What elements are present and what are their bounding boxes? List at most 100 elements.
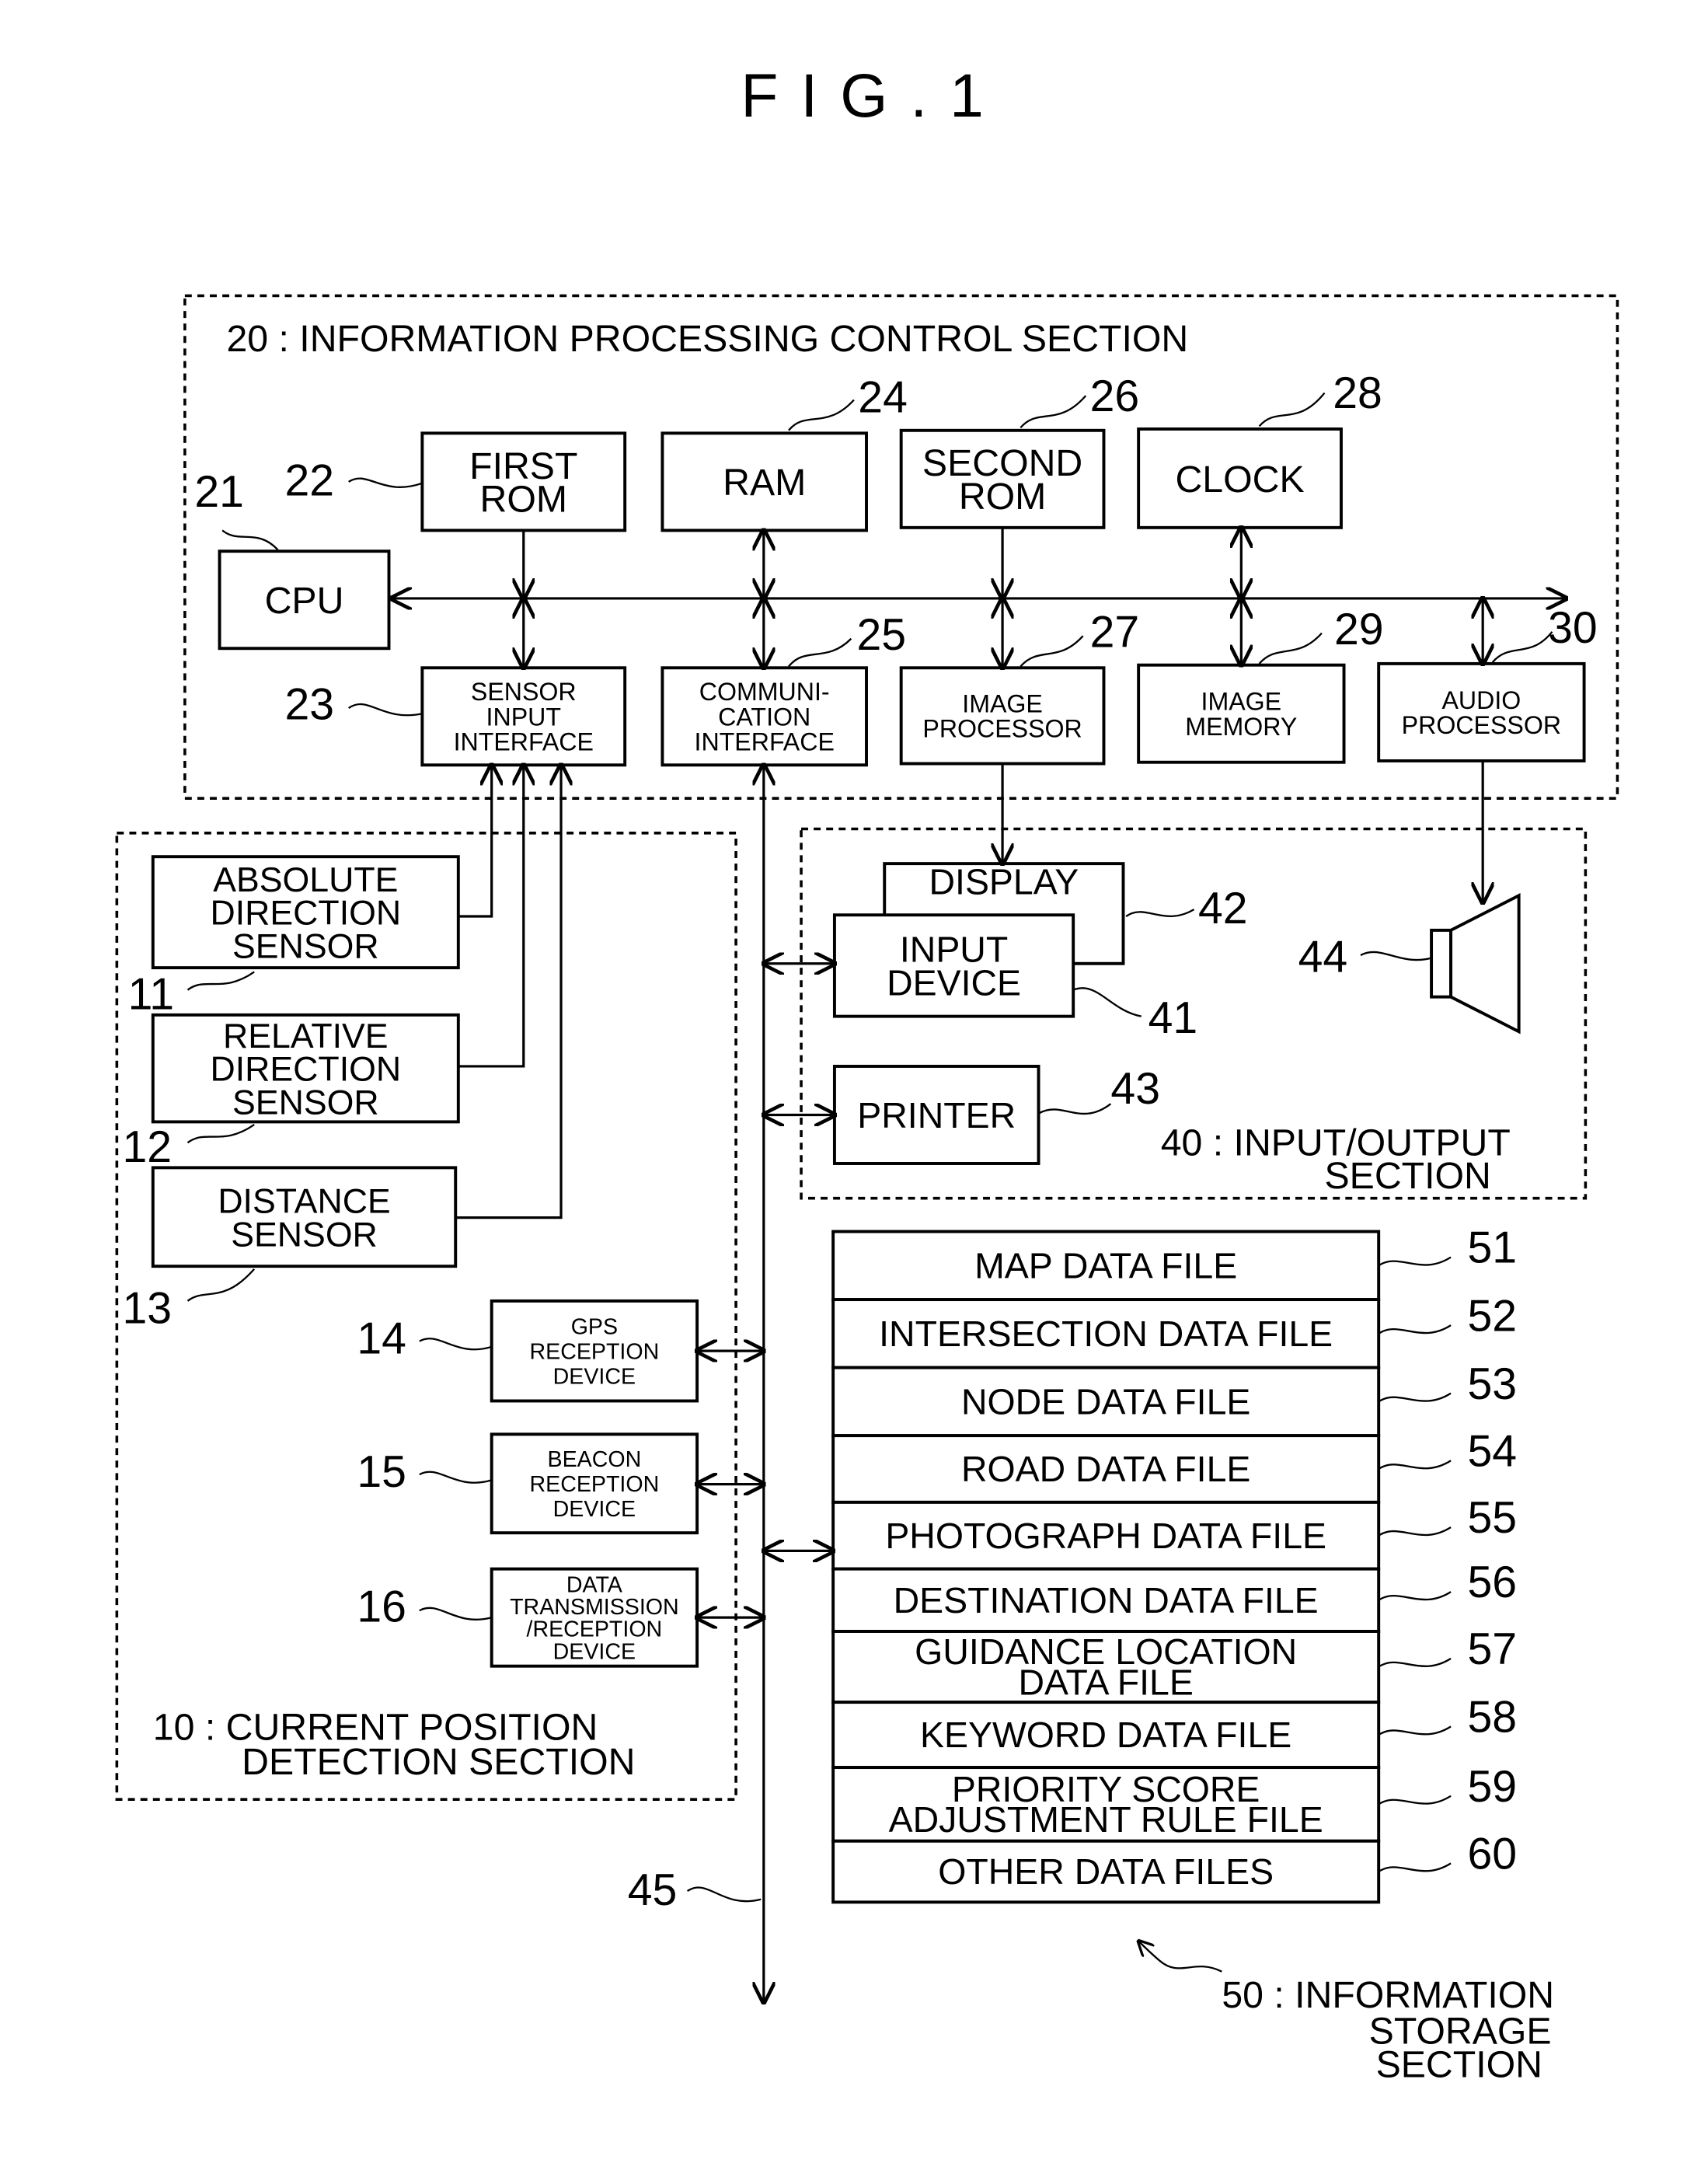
data-file-label: KEYWORD DATA FILE [920,1715,1291,1755]
rel-sensor-label-line2: DIRECTION [211,1051,402,1089]
gps-block: GPSRECEPTIONDEVICE 14 [357,1299,699,1403]
ref-13-leader [186,1268,256,1302]
dist-sensor-label-line1: DISTANCE [218,1182,390,1220]
ref-52-leader [1378,1324,1452,1334]
sensor-if-label-line3: INTERFACE [454,728,594,756]
image-proc-block: IMAGEPROCESSOR 27 [899,607,1139,766]
speaker-icon [1430,893,1521,1034]
ref-12-leader [186,1124,255,1144]
data-file-row: PHOTOGRAPH DATA FILE 55 [831,1493,1517,1571]
ref-30: 30 [1548,603,1598,653]
ref-60: 60 [1468,1829,1518,1879]
ref-43: 43 [1110,1064,1160,1114]
ram-block: RAM 24 [661,373,908,532]
first-rom-label-line2: ROM [480,479,568,521]
ref-52: 52 [1468,1291,1518,1341]
image-proc-label-line1: IMAGE [962,689,1043,717]
ref-55-leader [1378,1526,1452,1537]
data-file-label: MAP DATA FILE [974,1245,1237,1286]
ref-44: 44 [1298,932,1348,982]
section-10-label-line2: DETECTION SECTION [242,1741,635,1783]
ref-14-leader [419,1338,493,1351]
ref-21-leader [221,529,279,551]
ref-59-leader [1378,1795,1452,1805]
section-20-label: 20 : INFORMATION PROCESSING CONTROL SECT… [226,318,1188,360]
ref-60-leader [1378,1862,1452,1873]
ref-26-leader [1020,395,1087,428]
ref-54-leader [1378,1460,1452,1470]
ref-11: 11 [128,970,174,1020]
gps-label-line2: RECEPTION [530,1339,660,1364]
ref-29: 29 [1334,605,1384,654]
audio-proc-label-line2: PROCESSOR [1402,711,1561,739]
section-50-label-line3: SECTION [1376,2043,1542,2085]
ref-28-leader [1258,392,1326,427]
gps-label-line1: GPS [571,1314,618,1339]
ref-24: 24 [858,373,908,423]
data-file-row: ROAD DATA FILE 54 [831,1426,1518,1504]
abs-sensor-label-line3: SENSOR [232,928,379,966]
data-file-label: ADJUSTMENT RULE FILE [889,1799,1323,1840]
ref-51: 51 [1468,1223,1518,1273]
data-file-label: OTHER DATA FILES [938,1851,1274,1892]
block-diagram: F I G . 1 20 : INFORMATION PROCESSING CO… [115,61,1619,2085]
image-mem-label-line1: IMAGE [1201,688,1282,716]
printer-label-line1: PRINTER [857,1095,1016,1136]
ref-25: 25 [857,610,907,660]
beacon-label-line3: DEVICE [553,1497,636,1522]
audio-proc-label-line1: AUDIO [1441,686,1521,714]
beacon-label-line1: BEACON [548,1447,642,1472]
ref-15-leader [419,1471,493,1484]
input-device-block: INPUTDEVICE41 [832,913,1198,1043]
ref-54: 54 [1468,1426,1518,1476]
ref-58: 58 [1468,1693,1518,1743]
ref-59: 59 [1468,1762,1518,1812]
image-mem-block: IMAGEMEMORY 29 [1137,605,1384,764]
ref-11-leader [186,971,255,991]
section-50-leader [1138,1941,1222,1973]
ref-56: 56 [1468,1558,1518,1607]
data-file-label: DATA FILE [1018,1662,1193,1702]
data-file-label: DESTINATION DATA FILE [894,1580,1319,1621]
gps-label-line3: DEVICE [553,1365,636,1390]
ref-14: 14 [357,1314,406,1364]
dist-sensor-block: DISTANCESENSOR 13 [123,1166,458,1333]
data-trx-label-line2: TRANSMISSION [510,1595,679,1620]
data-file-row: MAP DATA FILE 51 [831,1223,1518,1302]
ref-12: 12 [123,1122,173,1172]
ref-25-leader [788,637,852,668]
comm-if-label-line3: INTERFACE [695,728,835,756]
ref-51-leader [1378,1256,1452,1267]
rel-sensor-block: RELATIVEDIRECTIONSENSOR 12 [123,1013,460,1172]
abs-sensor-block: ABSOLUTEDIRECTIONSENSOR 11 [128,855,460,1020]
beacon-block: BEACONRECEPTIONDEVICE 15 [357,1432,699,1535]
data-file-row: DESTINATION DATA FILE 56 [831,1558,1518,1633]
data-file-label: PHOTOGRAPH DATA FILE [885,1516,1326,1556]
data-file-row: INTERSECTION DATA FILE 52 [831,1291,1518,1369]
ref-26: 26 [1090,372,1140,421]
ref-45: 45 [628,1865,678,1915]
data-file-row: GUIDANCE LOCATIONDATA FILE57 [831,1624,1518,1704]
clock-block: CLOCK 28 [1137,368,1382,529]
ref-57: 57 [1468,1624,1518,1674]
ref-24-leader [788,399,855,431]
cpu-label-line1: CPU [265,580,344,622]
audio-proc-block: AUDIOPROCESSOR 30 [1377,603,1598,762]
image-proc-label-line2: PROCESSOR [922,715,1082,743]
section-40-label-line2: SECTION [1325,1155,1491,1197]
printer-block: PRINTER 43 [832,1064,1160,1165]
ref-16: 16 [357,1582,406,1632]
input-device-label-line2: DEVICE [887,963,1021,1003]
data-trx-label-line4: DEVICE [553,1639,636,1664]
sensor-if-block: SENSORINPUTINTERFACE 23 [285,666,627,767]
data-file-label: NODE DATA FILE [961,1381,1250,1422]
data-file-row: NODE DATA FILE 53 [831,1359,1517,1438]
comm-if-label-line1: COMMUNI- [699,678,830,706]
ref-30-leader [1491,631,1553,663]
dist-sensor-label-line2: SENSOR [231,1216,378,1254]
beacon-label-line2: RECEPTION [530,1472,660,1497]
sensor-if-label-line2: INPUT [486,703,561,731]
ram-label-line1: RAM [723,462,806,504]
ref-58-leader [1378,1725,1452,1736]
ref-41: 41 [1149,993,1198,1043]
